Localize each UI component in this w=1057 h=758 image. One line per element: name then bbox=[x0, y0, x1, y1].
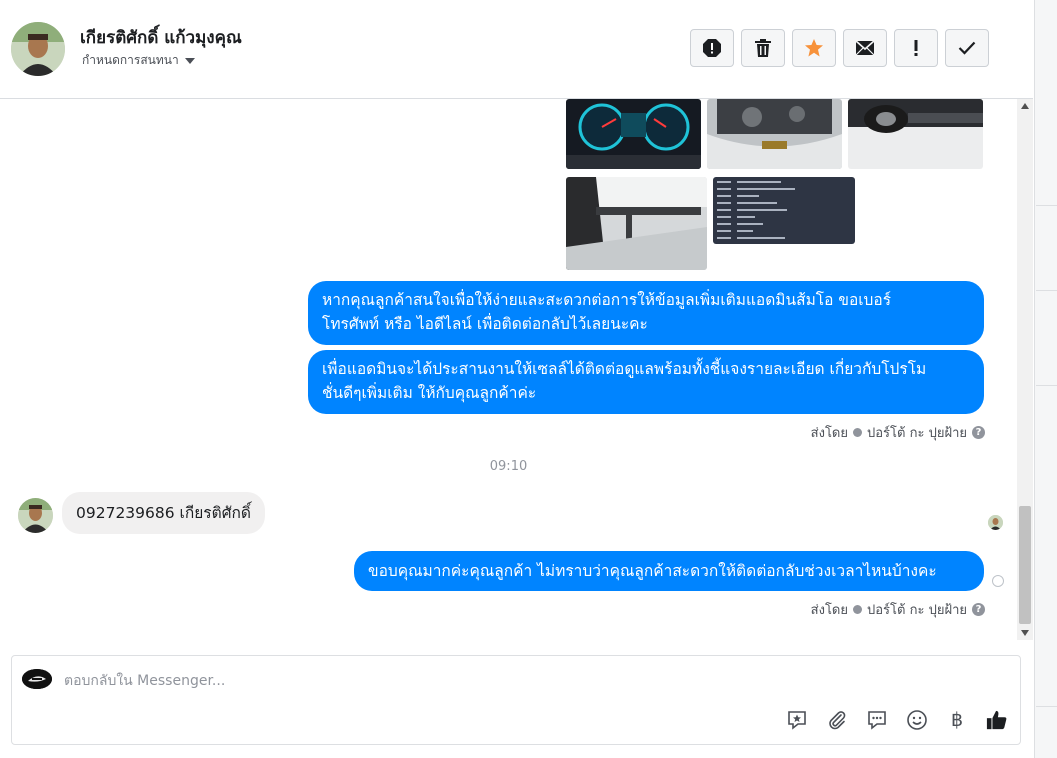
sent-by-label: ส่งโดย ปอร์โต้ กะ ปุยฝ้าย ? bbox=[811, 599, 985, 620]
divider bbox=[1036, 706, 1057, 707]
delete-button[interactable] bbox=[741, 29, 785, 67]
incoming-message[interactable]: 0927239686 เกียรติศักดิ์ bbox=[62, 492, 265, 534]
contact-avatar[interactable] bbox=[11, 22, 65, 76]
star-button[interactable] bbox=[792, 29, 836, 67]
message-line: ขอบคุณมากค่ะคุณลูกค้า ไม่ทราบว่าคุณลูกค้… bbox=[368, 562, 937, 580]
page-avatar bbox=[22, 669, 52, 689]
message-line: โทรศัพท์ หรือ ไอดีไลน์ เพื่อติดต่อกลับไว… bbox=[322, 315, 648, 333]
outgoing-message[interactable]: เพื่อแอดมินจะได้ประสานงานให้เซลล์ได้ติดต… bbox=[308, 350, 984, 414]
like-button[interactable] bbox=[986, 709, 1008, 731]
sent-by-prefix: ส่งโดย bbox=[810, 426, 848, 441]
reply-input[interactable] bbox=[64, 666, 764, 696]
divider bbox=[1036, 385, 1057, 386]
composer-tools: ฿ bbox=[786, 709, 1008, 731]
sent-by-label: ส่งโดย ปอร์โต้ กะ ปุยฝ้าย ? bbox=[811, 422, 985, 443]
follow-up-button[interactable] bbox=[894, 29, 938, 67]
message-line: เพื่อแอดมินจะได้ประสานงานให้เซลล์ได้ติดต… bbox=[322, 360, 927, 378]
image-attachment-engine[interactable] bbox=[707, 99, 842, 169]
conversation-settings-dropdown[interactable]: กำหนดการสนทนา bbox=[82, 51, 195, 70]
scroll-down-arrow-icon[interactable] bbox=[1021, 630, 1029, 636]
baht-icon: ฿ bbox=[950, 709, 964, 731]
outgoing-message[interactable]: หากคุณลูกค้าสนใจเพื่อให้ง่ายและสะดวกต่อก… bbox=[308, 281, 984, 345]
caret-down-icon bbox=[184, 57, 195, 64]
help-icon[interactable]: ? bbox=[972, 603, 985, 616]
attach-file-button[interactable] bbox=[826, 709, 848, 731]
delivered-icon bbox=[992, 575, 1004, 587]
image-attachment-underbody[interactable] bbox=[848, 99, 983, 169]
trash-icon bbox=[755, 39, 771, 57]
verified-icon bbox=[853, 605, 862, 614]
reply-composer: ฿ bbox=[11, 655, 1021, 745]
quick-reply-button[interactable] bbox=[866, 709, 888, 731]
exclamation-icon bbox=[914, 40, 918, 56]
star-icon bbox=[805, 39, 823, 57]
outgoing-message[interactable]: ขอบคุณมากค่ะคุณลูกค้า ไม่ทราบว่าคุณลูกค้… bbox=[354, 551, 984, 591]
contact-name[interactable]: เกียรติศักดิ์ แก้วมุงคุณ bbox=[80, 24, 242, 51]
divider bbox=[1036, 290, 1057, 291]
sender-name[interactable]: ปอร์โต้ กะ ปุยฝ้าย bbox=[867, 599, 967, 620]
saved-reply-button[interactable] bbox=[786, 709, 808, 731]
thread-scrollbar[interactable] bbox=[1017, 99, 1033, 640]
image-attachment-dashboard[interactable] bbox=[566, 99, 701, 169]
emoji-button[interactable] bbox=[906, 709, 928, 731]
message-line: หากคุณลูกค้าสนใจเพื่อให้ง่ายและสะดวกต่อก… bbox=[322, 291, 892, 309]
saved-reply-icon bbox=[788, 711, 806, 730]
background-page-strip bbox=[1034, 0, 1057, 758]
mark-spam-button[interactable] bbox=[690, 29, 734, 67]
scrollbar-thumb[interactable] bbox=[1019, 506, 1031, 624]
contact-avatar-small[interactable] bbox=[18, 498, 53, 533]
mark-unread-button[interactable] bbox=[843, 29, 887, 67]
verified-icon bbox=[853, 428, 862, 437]
spam-icon bbox=[703, 39, 721, 57]
divider bbox=[1036, 205, 1057, 206]
payment-button[interactable]: ฿ bbox=[946, 709, 968, 731]
emoji-icon bbox=[907, 710, 927, 730]
sender-name[interactable]: ปอร์โต้ กะ ปุยฝ้าย bbox=[867, 422, 967, 443]
mark-done-button[interactable] bbox=[945, 29, 989, 67]
envelope-icon bbox=[855, 40, 875, 56]
scroll-up-arrow-icon[interactable] bbox=[1021, 103, 1029, 109]
sent-by-prefix: ส่งโดย bbox=[810, 603, 848, 618]
image-attachment-spec-sheet[interactable] bbox=[713, 177, 855, 244]
check-icon bbox=[958, 41, 976, 55]
attachment-icon bbox=[829, 711, 846, 730]
message-timestamp: 09:10 bbox=[489, 459, 528, 474]
conversation-settings-label: กำหนดการสนทนา bbox=[82, 53, 179, 67]
header-actions bbox=[690, 29, 989, 67]
thumbs-up-icon bbox=[986, 710, 1007, 730]
chat-bubble-icon bbox=[868, 711, 886, 730]
conversation-header: เกียรติศักดิ์ แก้วมุงคุณ กำหนดการสนทนา bbox=[0, 0, 1033, 99]
message-line: ชั่นดีๆเพิ่มเติม ให้กับคุณลูกค้าค่ะ bbox=[322, 384, 537, 402]
message-thread: หากคุณลูกค้าสนใจเพื่อให้ง่ายและสะดวกต่อก… bbox=[0, 99, 1017, 640]
help-icon[interactable]: ? bbox=[972, 426, 985, 439]
seen-avatar bbox=[988, 515, 1003, 530]
image-attachment-suspension[interactable] bbox=[566, 177, 707, 270]
